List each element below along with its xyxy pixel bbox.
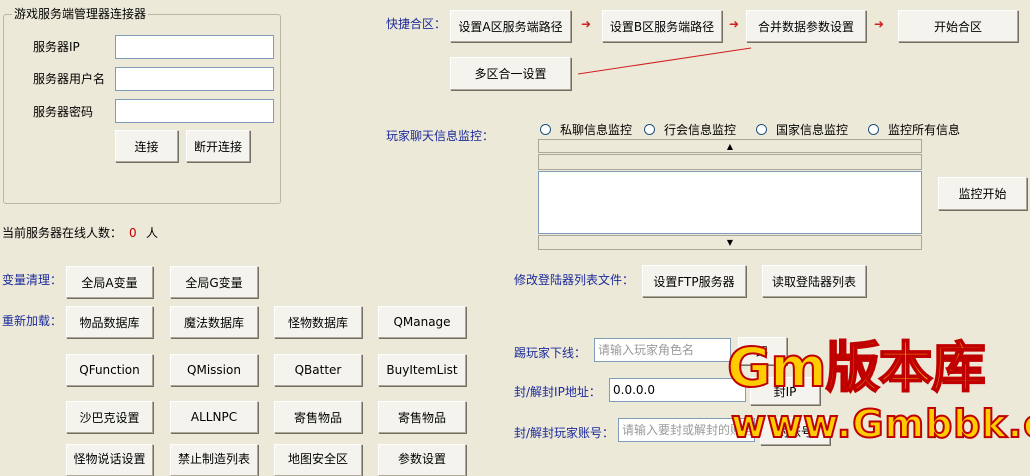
set-ftp-button[interactable]: 设置FTP服务器 bbox=[642, 265, 746, 297]
login-list-label: 修改登陆器列表文件： bbox=[514, 273, 635, 287]
radio-circle-icon[interactable] bbox=[756, 124, 767, 135]
triangle-down-icon: ▼ bbox=[726, 238, 734, 247]
reload-consignment-button[interactable]: 寄售物品 bbox=[274, 401, 362, 433]
reload-map-safezone-button[interactable]: 地图安全区 bbox=[274, 444, 362, 476]
radio-all-chat[interactable]: 监控所有信息 bbox=[868, 121, 960, 138]
reload-forbidden-make-button[interactable]: 禁止制造列表 bbox=[170, 444, 258, 476]
scroll-down-button[interactable]: ▼ bbox=[538, 235, 922, 250]
global-a-variable-button[interactable]: 全局A变量 bbox=[66, 266, 153, 298]
set-b-path-button[interactable]: 设置B区服务端路径 bbox=[602, 10, 722, 42]
server-ip-label: 服务器IP bbox=[33, 40, 80, 54]
radio-private-chat-label: 私聊信息监控 bbox=[560, 123, 633, 137]
radio-guild-chat[interactable]: 行会信息监控 bbox=[644, 121, 736, 138]
read-login-list-button[interactable]: 读取登陆器列表 bbox=[762, 265, 866, 297]
reload-castle-settings-button[interactable]: 沙巴克设置 bbox=[66, 401, 153, 433]
variable-clean-label: 变量清理： bbox=[2, 273, 63, 287]
watermark-top-text: Gm版本库 bbox=[727, 338, 987, 399]
chat-monitor-label: 玩家聊天信息监控： bbox=[386, 129, 495, 143]
disconnect-button[interactable]: 断开连接 bbox=[186, 130, 250, 162]
online-count-value: 0 bbox=[129, 226, 137, 240]
multi-merge-button[interactable]: 多区合一设置 bbox=[450, 57, 571, 90]
kick-player-label: 踢玩家下线： bbox=[514, 346, 587, 360]
chat-header-bar bbox=[538, 154, 922, 170]
server-user-label: 服务器用户名 bbox=[33, 72, 106, 86]
set-a-path-button[interactable]: 设置A区服务端路径 bbox=[450, 10, 571, 42]
server-ip-input[interactable] bbox=[115, 35, 274, 59]
reload-qmission-button[interactable]: QMission bbox=[170, 354, 258, 386]
reload-buyitemlist-button[interactable]: BuyItemList bbox=[378, 354, 466, 386]
online-count-unit: 人 bbox=[146, 226, 159, 240]
watermark-bottom-text: www.Gmbbk.com bbox=[730, 401, 1030, 447]
reload-magic-db-button[interactable]: 魔法数据库 bbox=[170, 306, 258, 338]
online-count-label: 当前服务器在线人数： bbox=[2, 226, 123, 240]
connect-button[interactable]: 连接 bbox=[115, 130, 178, 162]
chat-log-area[interactable] bbox=[538, 171, 922, 234]
radio-circle-icon[interactable] bbox=[540, 124, 551, 135]
global-g-variable-button[interactable]: 全局G变量 bbox=[170, 266, 258, 298]
connector-group-title: 游戏服务端管理器连接器 bbox=[12, 7, 149, 22]
ban-account-label: 封/解封玩家账号： bbox=[514, 426, 615, 440]
radio-guild-chat-label: 行会信息监控 bbox=[664, 123, 737, 137]
kick-player-input[interactable] bbox=[594, 338, 731, 362]
watermark-logo: Gm版本库 www.Gmbbk.com bbox=[727, 338, 1030, 457]
reload-consignment-2-button[interactable]: 寄售物品 bbox=[378, 401, 466, 433]
reload-qfunction-button[interactable]: QFunction bbox=[66, 354, 153, 386]
server-password-label: 服务器密码 bbox=[33, 105, 94, 119]
reload-allnpc-button[interactable]: ALLNPC bbox=[170, 401, 258, 433]
arrow-right-icon: ➜ bbox=[729, 17, 740, 31]
reload-qmanage-button[interactable]: QManage bbox=[378, 306, 466, 338]
radio-circle-icon[interactable] bbox=[868, 124, 879, 135]
ban-ip-label: 封/解封IP地址： bbox=[514, 385, 601, 399]
monitor-start-button[interactable]: 监控开始 bbox=[938, 177, 1027, 210]
arrow-right-icon: ➜ bbox=[581, 17, 592, 31]
radio-private-chat[interactable]: 私聊信息监控 bbox=[540, 121, 632, 138]
reload-params-button[interactable]: 参数设置 bbox=[378, 444, 466, 476]
server-user-input[interactable] bbox=[115, 67, 274, 91]
merge-params-button[interactable]: 合并数据参数设置 bbox=[746, 10, 866, 42]
radio-nation-chat-label: 国家信息监控 bbox=[776, 123, 849, 137]
triangle-up-icon: ▲ bbox=[726, 141, 734, 151]
reload-item-db-button[interactable]: 物品数据库 bbox=[66, 306, 153, 338]
server-password-input[interactable] bbox=[115, 99, 274, 123]
reload-qbatter-button[interactable]: QBatter bbox=[274, 354, 362, 386]
scroll-up-button[interactable]: ▲ bbox=[538, 139, 922, 153]
arrow-right-icon: ➜ bbox=[874, 17, 885, 31]
start-merge-button[interactable]: 开始合区 bbox=[898, 10, 1018, 42]
radio-all-chat-label: 监控所有信息 bbox=[888, 123, 961, 137]
quick-merge-label: 快捷合区： bbox=[386, 17, 447, 31]
reload-monster-db-button[interactable]: 怪物数据库 bbox=[274, 306, 362, 338]
reload-label: 重新加载： bbox=[2, 314, 63, 328]
reload-monster-speech-button[interactable]: 怪物说话设置 bbox=[66, 444, 153, 476]
ban-ip-input[interactable] bbox=[609, 378, 746, 402]
radio-circle-icon[interactable] bbox=[644, 124, 655, 135]
radio-nation-chat[interactable]: 国家信息监控 bbox=[756, 121, 848, 138]
connector-line-icon bbox=[577, 47, 752, 75]
